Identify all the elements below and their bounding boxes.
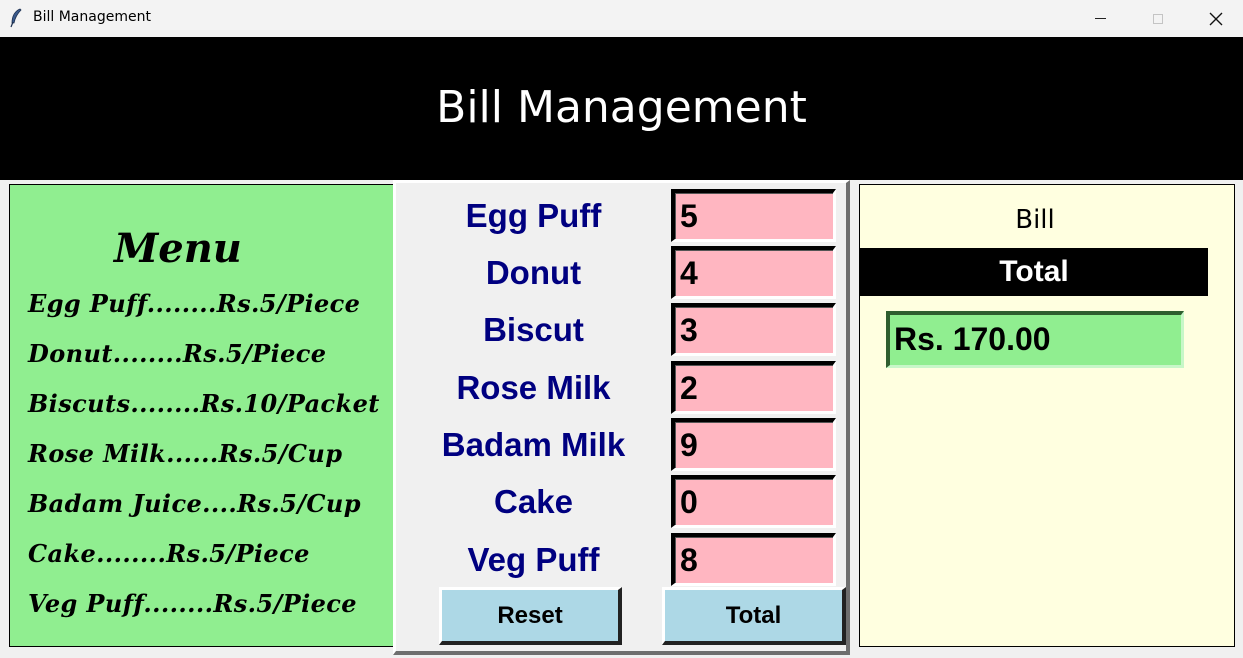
menu-item-badam-juice: Badam Juice....Rs.5/Cup bbox=[28, 489, 361, 518]
total-button[interactable]: Total bbox=[662, 587, 846, 645]
bill-label: Bill bbox=[1015, 205, 1055, 235]
order-panel: Egg Puff Donut Biscut Rose Milk Badam Mi… bbox=[393, 180, 850, 655]
item-label-egg-puff: Egg Puff bbox=[465, 197, 602, 234]
maximize-icon bbox=[1153, 13, 1163, 24]
menu-item-biscuts: Biscuts........Rs.10/Packet bbox=[28, 389, 380, 418]
cake-qty-input[interactable] bbox=[671, 475, 836, 528]
reset-button[interactable]: Reset bbox=[439, 587, 622, 645]
menu-item-veg-puff: Veg Puff........Rs.5/Piece bbox=[28, 589, 357, 618]
biscut-qty-input[interactable] bbox=[671, 303, 836, 356]
minimize-icon bbox=[1094, 18, 1106, 19]
window-titlebar: Bill Management bbox=[0, 0, 1243, 37]
menu-item-rose-milk: Rose Milk......Rs.5/Cup bbox=[28, 439, 343, 468]
menu-panel: Menu Egg Puff........Rs.5/Piece Donut...… bbox=[9, 184, 394, 647]
item-label-veg-puff: Veg Puff bbox=[467, 541, 600, 578]
page-title: Bill Management bbox=[436, 82, 807, 133]
bill-panel: Bill Total Rs. 170.00 bbox=[859, 184, 1235, 647]
item-label-badam-milk: Badam Milk bbox=[441, 426, 626, 463]
item-label-donut: Donut bbox=[485, 254, 582, 291]
veg-puff-qty-input[interactable] bbox=[671, 533, 836, 586]
item-label-biscut: Biscut bbox=[483, 311, 584, 348]
donut-qty-input[interactable] bbox=[671, 246, 836, 299]
total-amount-display: Rs. 170.00 bbox=[886, 311, 1184, 368]
badam-milk-qty-input[interactable] bbox=[671, 418, 836, 471]
egg-puff-qty-input[interactable] bbox=[671, 189, 836, 242]
menu-title: Menu bbox=[114, 225, 242, 272]
menu-item-cake: Cake........Rs.5/Piece bbox=[28, 539, 310, 568]
close-icon bbox=[1209, 12, 1223, 25]
close-button[interactable] bbox=[1187, 0, 1243, 37]
window-title: Bill Management bbox=[33, 9, 151, 25]
rose-milk-qty-input[interactable] bbox=[671, 361, 836, 414]
total-header: Total bbox=[860, 248, 1208, 296]
maximize-button[interactable] bbox=[1129, 0, 1187, 37]
header-banner: Bill Management bbox=[0, 37, 1243, 180]
menu-item-egg-puff: Egg Puff........Rs.5/Piece bbox=[28, 289, 361, 318]
item-label-cake: Cake bbox=[494, 483, 573, 520]
minimize-button[interactable] bbox=[1071, 0, 1129, 37]
feather-icon bbox=[10, 8, 22, 28]
menu-item-donut: Donut........Rs.5/Piece bbox=[28, 339, 327, 368]
item-label-rose-milk: Rose Milk bbox=[456, 369, 611, 406]
